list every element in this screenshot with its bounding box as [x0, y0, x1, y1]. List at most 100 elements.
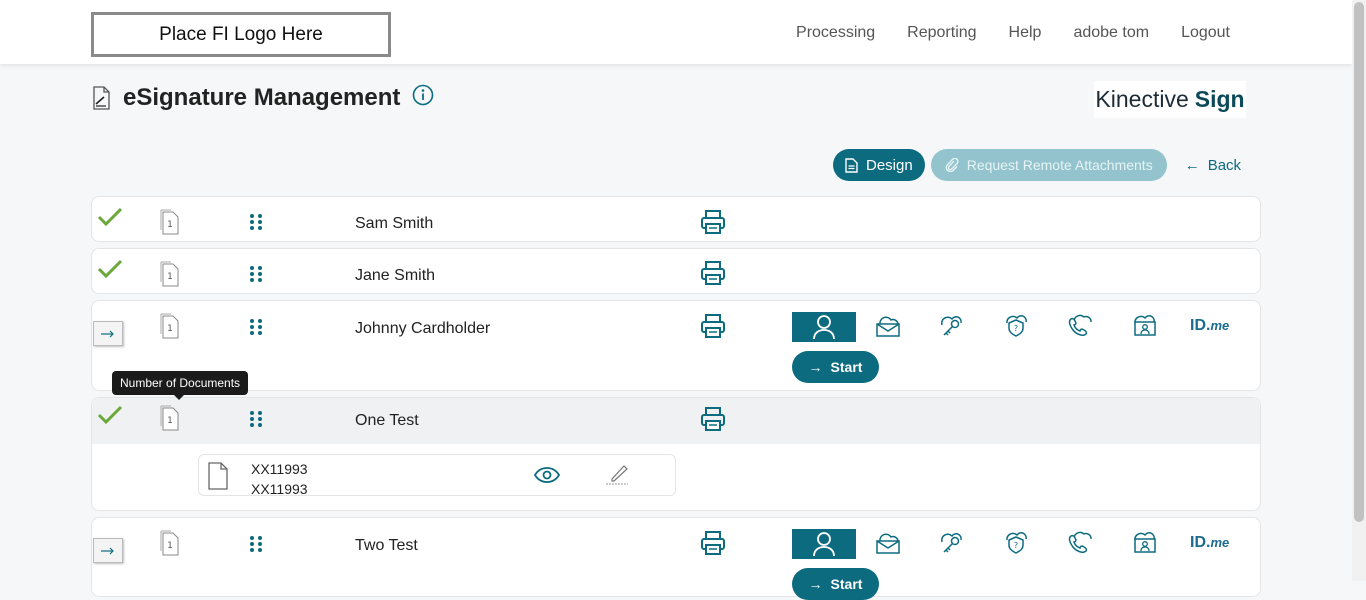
design-button[interactable]: Design [833, 149, 925, 181]
nav-help[interactable]: Help [1009, 24, 1042, 42]
scrollbar-thumb[interactable] [1354, 2, 1364, 522]
number-of-documents-tooltip: Number of Documents [112, 371, 249, 400]
cloud-email-icon[interactable] [874, 529, 902, 555]
signer-row-johnny-cardholder: 1 Johnny Cardholder ? ID.me → Start [91, 300, 1261, 391]
expand-toggle-button[interactable] [93, 538, 123, 563]
signer-row-two-test: 1 Two Test ? ID.me → Start [91, 517, 1261, 600]
document-count-icon[interactable]: 1 [159, 208, 181, 241]
signer-name: One Test [355, 412, 419, 429]
check-icon [97, 259, 123, 279]
cloud-phone-icon[interactable] [1066, 528, 1094, 554]
check-icon [97, 207, 123, 227]
cloud-phone-icon[interactable] [1066, 311, 1094, 337]
user-icon [813, 315, 835, 340]
idme-suffix: me [1210, 318, 1230, 333]
drag-handle-icon[interactable] [249, 535, 263, 553]
idme-main: ID. [1190, 534, 1211, 551]
signer-row-sam-smith: 1 Sam Smith [91, 196, 1261, 242]
request-remote-attachments-button[interactable]: Request Remote Attachments [930, 149, 1167, 181]
document-codes: XX11993 XX11993 [251, 459, 308, 499]
idme-main: ID. [1190, 317, 1211, 334]
svg-text:?: ? [1014, 541, 1018, 550]
page-title: eSignature Management [123, 84, 401, 111]
svg-text:1: 1 [167, 220, 173, 230]
idme-logo-button[interactable]: ID.me [1190, 317, 1229, 335]
eye-icon[interactable] [534, 466, 560, 484]
nav-logout[interactable]: Logout [1181, 24, 1230, 42]
drag-handle-icon[interactable] [249, 265, 263, 283]
paperclip-icon [945, 158, 959, 172]
brand-bold: Sign [1194, 86, 1245, 112]
signer-row-jane-smith: 1 Jane Smith [91, 248, 1261, 294]
nav-processing[interactable]: Processing [796, 24, 875, 42]
top-bar: Place FI Logo Here Processing Reporting … [0, 0, 1352, 64]
start-button[interactable]: → Start [792, 568, 879, 600]
logo-text: Place FI Logo Here [159, 23, 323, 45]
document-code-line1: XX11993 [251, 461, 308, 477]
drag-handle-icon[interactable] [249, 318, 263, 336]
document-item: XX11993 XX11993 [198, 454, 676, 499]
signer-name: Two Test [355, 537, 418, 554]
printer-icon[interactable] [700, 209, 726, 235]
info-icon[interactable] [412, 84, 434, 106]
arrow-right-icon: → [808, 359, 823, 375]
printer-icon[interactable] [700, 406, 726, 432]
action-bar: Design Request Remote Attachments ← Back [833, 149, 1241, 181]
start-label: Start [830, 359, 863, 375]
nav-user[interactable]: adobe tom [1073, 24, 1149, 42]
user-icon [813, 532, 835, 557]
back-label: Back [1207, 156, 1242, 174]
fi-logo-placeholder[interactable]: Place FI Logo Here [91, 12, 391, 57]
expand-toggle-button[interactable] [93, 321, 123, 346]
idme-logo-button[interactable]: ID.me [1190, 534, 1229, 552]
design-label: Design [866, 156, 913, 174]
arrow-right-icon [101, 330, 114, 337]
remote-label: Request Remote Attachments [966, 157, 1153, 173]
document-icon [845, 157, 858, 173]
auth-in-person-button[interactable] [792, 529, 856, 559]
cloud-id-card-icon[interactable] [1130, 528, 1158, 554]
cloud-id-card-icon[interactable] [1130, 311, 1158, 337]
nav-reporting[interactable]: Reporting [907, 24, 976, 42]
document-code-line2: XX11993 [251, 481, 308, 497]
printer-icon[interactable] [700, 313, 726, 339]
drag-handle-icon[interactable] [249, 213, 263, 231]
idme-suffix: me [1210, 535, 1230, 550]
svg-text:1: 1 [167, 541, 173, 551]
signer-row-one-test: 1 One Test XX11993 XX11993 [91, 397, 1261, 511]
page-title-row: eSignature Management [91, 84, 434, 112]
kinective-sign-logo: Kinective Sign [1094, 81, 1246, 118]
check-icon [97, 405, 123, 425]
cloud-key-icon[interactable] [937, 528, 965, 554]
cloud-key-icon[interactable] [937, 311, 965, 337]
document-count-icon[interactable]: 1 [159, 260, 181, 293]
start-button[interactable]: → Start [792, 351, 879, 383]
arrow-left-icon: ← [1184, 156, 1200, 174]
brand-light: Kinective [1095, 86, 1189, 112]
document-count-icon[interactable]: 1 [159, 312, 181, 345]
file-icon [208, 462, 228, 490]
printer-icon[interactable] [700, 530, 726, 556]
tooltip-text: Number of Documents [120, 376, 241, 390]
signature-pen-icon[interactable] [604, 463, 630, 487]
arrow-right-icon [101, 547, 114, 554]
document-count-icon[interactable]: 1 [159, 404, 181, 437]
main-nav: Processing Reporting Help adobe tom Logo… [796, 24, 1230, 42]
svg-text:1: 1 [167, 324, 173, 334]
auth-in-person-button[interactable] [792, 312, 856, 342]
back-link[interactable]: ← Back [1185, 157, 1241, 174]
cloud-shield-question-icon[interactable]: ? [1002, 311, 1030, 337]
svg-text:1: 1 [167, 416, 173, 426]
drag-handle-icon[interactable] [249, 410, 263, 428]
signer-name: Sam Smith [355, 215, 434, 232]
signer-name: Johnny Cardholder [355, 320, 491, 337]
cloud-shield-question-icon[interactable]: ? [1002, 528, 1030, 554]
document-count-icon[interactable]: 1 [159, 529, 181, 562]
signer-name: Jane Smith [355, 267, 436, 284]
signature-document-icon [93, 86, 110, 110]
row-highlight [92, 398, 1260, 444]
printer-icon[interactable] [700, 260, 726, 286]
page-scrollbar[interactable] [1352, 0, 1366, 581]
arrow-right-icon: → [808, 576, 823, 592]
cloud-email-icon[interactable] [874, 312, 902, 338]
